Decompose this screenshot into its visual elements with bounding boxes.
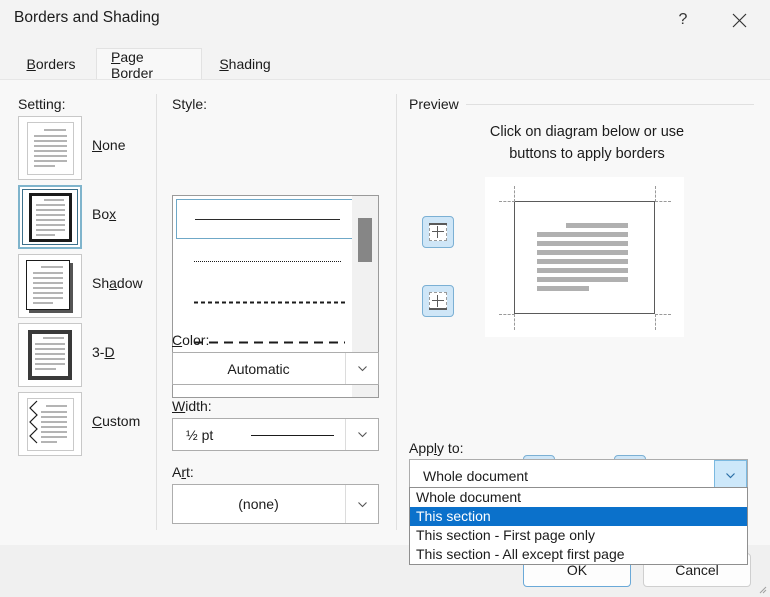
dropdown-option-2[interactable]: This section - First page only — [410, 526, 747, 545]
tab-shading[interactable]: Shading — [206, 48, 284, 80]
divider-setting-style — [156, 94, 157, 530]
setting-option-3d[interactable] — [18, 323, 82, 387]
setting-thumb-none — [18, 116, 82, 180]
preview-hint-line2: buttons to apply borders — [509, 146, 665, 162]
style-option-dotted[interactable] — [176, 242, 355, 282]
tab-strip: Borders Page Border Shading — [0, 40, 770, 81]
setting-label-3d: 3-D — [92, 344, 115, 360]
divider-style-preview — [396, 94, 397, 530]
art-chevron-down-icon[interactable] — [345, 485, 378, 523]
art-combobox[interactable]: (none) — [172, 484, 379, 524]
close-icon[interactable] — [716, 0, 762, 40]
setting-option-box[interactable] — [18, 185, 82, 249]
apply-to-label: Apply to: — [409, 440, 464, 456]
art-label: Art: — [172, 464, 194, 480]
tab-page-border[interactable]: Page Border — [96, 48, 202, 81]
width-line-sample — [251, 435, 334, 436]
dropdown-option-3[interactable]: This section - All except first page — [410, 545, 747, 564]
page-title: Borders and Shading — [14, 9, 160, 26]
preview-hint: Click on diagram below or use buttons to… — [437, 121, 737, 165]
style-option-solid[interactable] — [176, 199, 355, 239]
resize-grip[interactable] — [757, 581, 767, 594]
setting-option-shadow[interactable] — [18, 254, 82, 318]
art-value: (none) — [238, 496, 279, 512]
style-sample-solid — [195, 219, 340, 220]
color-label: Color: — [172, 332, 210, 348]
color-value: Automatic — [227, 360, 290, 377]
setting-label: Setting: — [18, 96, 66, 112]
preview-group-rule — [466, 104, 754, 105]
dropdown-option-1[interactable]: This section — [410, 507, 747, 526]
setting-thumb-custom — [18, 392, 82, 456]
style-sample-dotted — [194, 261, 341, 262]
dropdown-option-0[interactable]: Whole document — [410, 488, 747, 507]
dialog-body: Setting: None Box Shadow 3-D Custom Styl… — [0, 79, 770, 545]
preview-label: Preview — [409, 96, 459, 112]
setting-label-box: Box — [92, 206, 117, 222]
setting-option-none[interactable] — [18, 116, 82, 180]
titlebar: Borders and Shading ? — [0, 0, 770, 40]
setting-thumb-shadow — [18, 254, 82, 318]
width-label: Width: — [172, 398, 212, 414]
setting-option-custom[interactable] — [18, 392, 82, 456]
top-border-toggle-button[interactable] — [422, 216, 454, 248]
apply-to-dropdown-list[interactable]: Whole document This section This section… — [409, 487, 748, 565]
width-combobox[interactable]: ½ pt — [172, 418, 379, 451]
setting-thumb-box — [18, 185, 82, 249]
style-option-dashed-fine[interactable] — [176, 282, 355, 322]
preview-page-border — [514, 201, 655, 314]
width-chevron-down-icon[interactable] — [345, 419, 378, 450]
color-combobox[interactable]: Automatic — [172, 352, 379, 385]
bottom-border-toggle-button[interactable] — [422, 285, 454, 317]
color-chevron-down-icon[interactable] — [345, 353, 378, 384]
tab-borders[interactable]: Borders — [14, 48, 88, 80]
preview-hint-line1: Click on diagram below or use — [489, 124, 685, 140]
preview-page-diagram[interactable] — [485, 177, 684, 337]
style-label: Style: — [172, 96, 208, 112]
setting-label-custom: Custom — [92, 413, 141, 429]
style-scrollbar-thumb[interactable] — [358, 218, 372, 262]
setting-thumb-3d — [18, 323, 82, 387]
help-question-icon[interactable]: ? — [660, 0, 706, 40]
setting-label-shadow: Shadow — [92, 275, 143, 291]
setting-label-none: None — [92, 137, 126, 153]
